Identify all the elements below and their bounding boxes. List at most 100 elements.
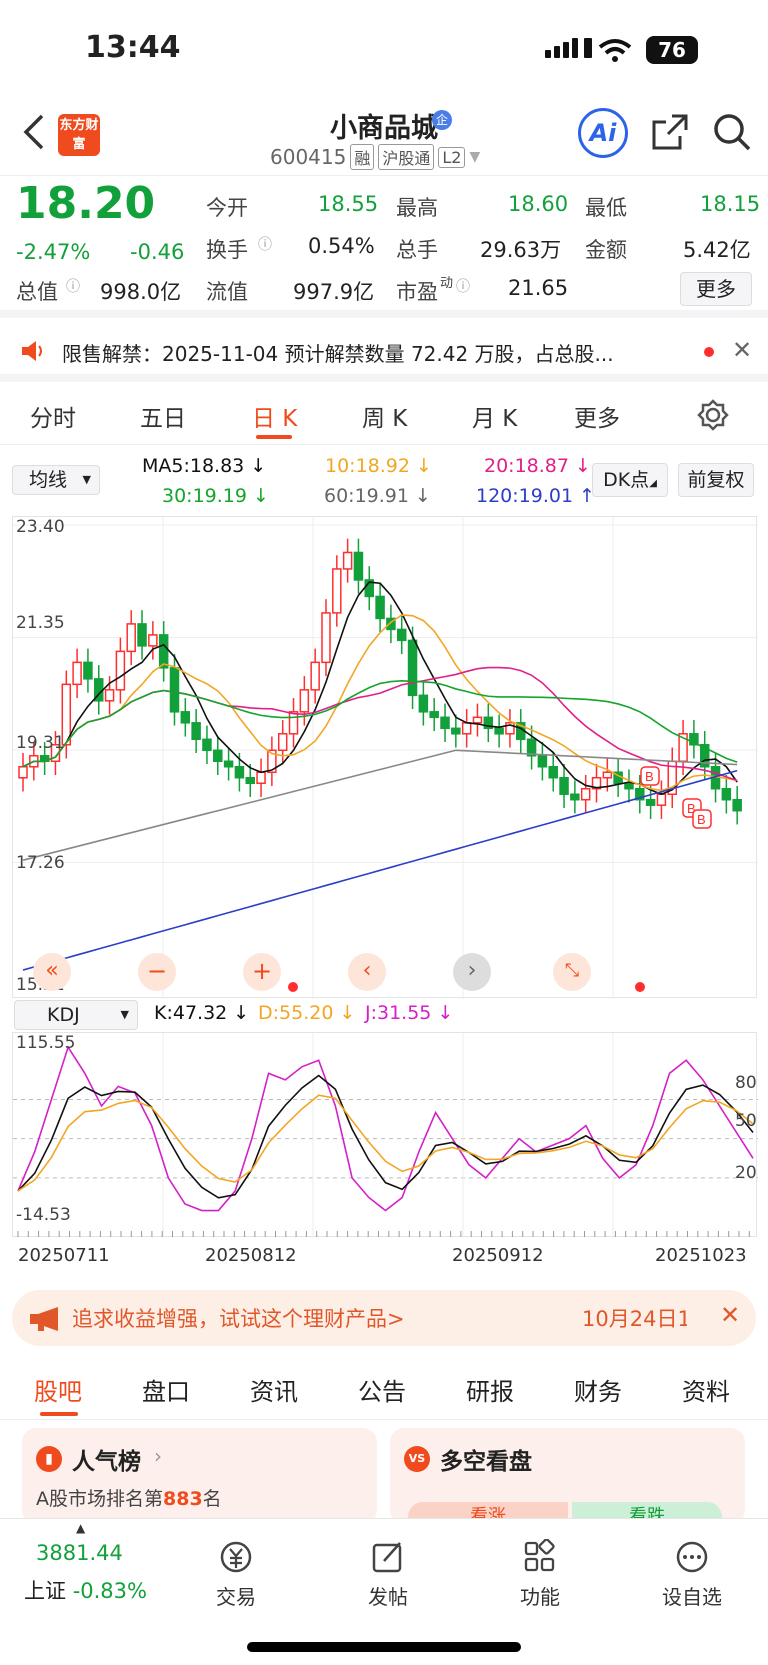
cards-row: ▮ 人气榜 › A股市场排名第883名 VS 多空看盘 看涨 看跌 <box>0 1422 768 1524</box>
ma60-line <box>22 749 738 861</box>
kline-svg: BBB <box>13 517 758 999</box>
nav-add-watchlist[interactable]: 设自选 <box>642 1539 742 1610</box>
float-cap-value: 997.9亿 <box>293 280 375 304</box>
index-value[interactable]: 3881.44 <box>36 1541 123 1565</box>
nav-trade[interactable]: 交易 <box>186 1539 286 1610</box>
indicator-select[interactable]: 均线 ▼ <box>12 465 100 495</box>
stock-code: 600415 <box>270 145 347 169</box>
candle <box>18 766 28 779</box>
tab-daily-k[interactable]: 日 K <box>252 399 297 433</box>
pe-dynamic-label: 动 <box>440 276 454 291</box>
tag-connect: 沪股通 <box>378 144 435 170</box>
tab-profile[interactable]: 资料 <box>682 1372 730 1407</box>
info-icon[interactable]: ⓘ <box>66 276 80 296</box>
candle <box>137 623 147 647</box>
nav-functions[interactable]: 功能 <box>490 1539 590 1610</box>
kdj-chart[interactable]: 115.55 -14.53 80 50 20 <box>12 1032 758 1238</box>
notice-text: 限售解禁：2025-11-04 预计解禁数量 72.42 万股，占总股... <box>62 342 614 366</box>
popularity-title: 人气榜 <box>72 1449 141 1475</box>
candle <box>299 689 310 713</box>
more-button[interactable]: 更多 <box>680 272 752 306</box>
tab-forum[interactable]: 股吧 <box>34 1372 82 1407</box>
signal-icon <box>545 38 592 58</box>
pe-label: 市盈 <box>396 280 438 304</box>
nav-post[interactable]: 发帖 <box>338 1539 438 1610</box>
notice-bar[interactable]: 限售解禁：2025-11-04 预计解禁数量 72.42 万股，占总股... ✕ <box>0 320 768 382</box>
scroll-right-icon[interactable]: › <box>453 953 491 991</box>
amount-label: 金额 <box>585 238 627 262</box>
bull-bear-card[interactable]: VS 多空看盘 看涨 看跌 <box>390 1428 745 1524</box>
candle <box>548 766 558 779</box>
candle <box>277 733 288 752</box>
candle <box>602 771 613 779</box>
alert-dot <box>288 982 298 992</box>
tab-orderbook[interactable]: 盘口 <box>142 1372 190 1407</box>
tab-announcements[interactable]: 公告 <box>358 1372 406 1407</box>
kdj-ymin: -14.53 <box>16 1205 71 1225</box>
kline-chart[interactable]: BBB 23.40 21.35 19.31 17.26 15.21 « − + … <box>12 516 758 999</box>
nav-post-label: 发帖 <box>368 1585 408 1609</box>
candle <box>624 782 634 790</box>
ma5-value: MA5:18.83 ↓ <box>142 455 267 477</box>
nav-trade-label: 交易 <box>216 1585 256 1609</box>
x-label-4: 20251023 <box>655 1245 747 1266</box>
grid-icon <box>524 1539 555 1572</box>
tab-intraday[interactable]: 分时 <box>30 399 76 433</box>
popularity-card[interactable]: ▮ 人气榜 › A股市场排名第883名 <box>22 1428 377 1524</box>
float-cap-label: 流值 <box>206 280 248 304</box>
close-icon[interactable]: ✕ <box>732 336 752 364</box>
fullscreen-icon[interactable]: ⤡ <box>553 953 591 991</box>
share-icon[interactable] <box>650 112 690 152</box>
turnover-label: 换手 <box>206 238 248 262</box>
y-label-3: 19.31 <box>16 733 65 753</box>
low-value: 18.15 <box>700 192 761 216</box>
corner-arrow-icon: ◢ <box>649 478 657 489</box>
chevron-right-icon[interactable]: › <box>154 1444 162 1468</box>
index-row[interactable]: 上证 -0.83% <box>24 1575 147 1605</box>
rewind-icon[interactable]: « <box>33 953 71 991</box>
kdj-ref-50: 50 <box>735 1111 757 1131</box>
stock-header: 东方财富 小商品城 企 600415 融 沪股通 L2 ▼ Ai <box>0 100 768 176</box>
index-name: 上证 <box>24 1579 66 1603</box>
tab-weekly-k[interactable]: 周 K <box>362 399 407 433</box>
promo-date: 10月24日1 <box>582 1307 687 1331</box>
amount-value: 5.42亿 <box>683 238 751 262</box>
chevron-down-icon[interactable]: ▼ <box>469 149 480 165</box>
zoom-in-icon[interactable]: + <box>243 953 281 991</box>
close-icon[interactable]: ✕ <box>720 1301 740 1329</box>
candle <box>461 722 472 735</box>
tab-finance[interactable]: 财务 <box>574 1372 622 1407</box>
home-indicator <box>247 1642 521 1652</box>
scroll-left-icon[interactable]: ‹ <box>348 953 386 991</box>
tab-five-day[interactable]: 五日 <box>140 399 186 433</box>
info-icon[interactable]: ⓘ <box>456 276 470 296</box>
candle <box>494 727 504 735</box>
settings-icon[interactable] <box>697 399 729 431</box>
dk-point-button[interactable]: DK点◢ <box>592 463 668 497</box>
candle <box>245 776 255 784</box>
ma60-value: 60:19.91 ↓ <box>324 485 431 507</box>
ma120-line <box>22 769 738 971</box>
candle <box>158 634 169 669</box>
info-icon[interactable]: ⓘ <box>258 234 272 254</box>
adjust-button[interactable]: 前复权 <box>678 463 754 497</box>
candle <box>321 612 331 664</box>
bull-bear-title: 多空看盘 <box>440 1449 532 1475</box>
promo-banner[interactable]: 追求收益增强，试试这个理财产品> 10月24日1 ✕ <box>12 1290 756 1346</box>
y-label-top: 23.40 <box>16 517 65 537</box>
y-label-4: 17.26 <box>16 853 65 873</box>
candle <box>115 650 126 691</box>
candle <box>396 628 407 642</box>
tab-active-indicator <box>256 435 292 439</box>
wifi-icon <box>598 39 632 62</box>
tab-more[interactable]: 更多 <box>574 399 620 433</box>
tab-monthly-k[interactable]: 月 K <box>472 399 517 433</box>
candle <box>342 551 353 570</box>
search-icon[interactable] <box>712 112 752 152</box>
ai-assistant-icon[interactable]: Ai <box>578 108 628 158</box>
zoom-out-icon[interactable]: − <box>138 953 176 991</box>
tab-research[interactable]: 研报 <box>466 1372 514 1407</box>
tab-news[interactable]: 资讯 <box>250 1372 298 1407</box>
volume-label: 总手 <box>396 238 438 262</box>
kdj-select[interactable]: KDJ ▼ <box>14 1000 138 1030</box>
